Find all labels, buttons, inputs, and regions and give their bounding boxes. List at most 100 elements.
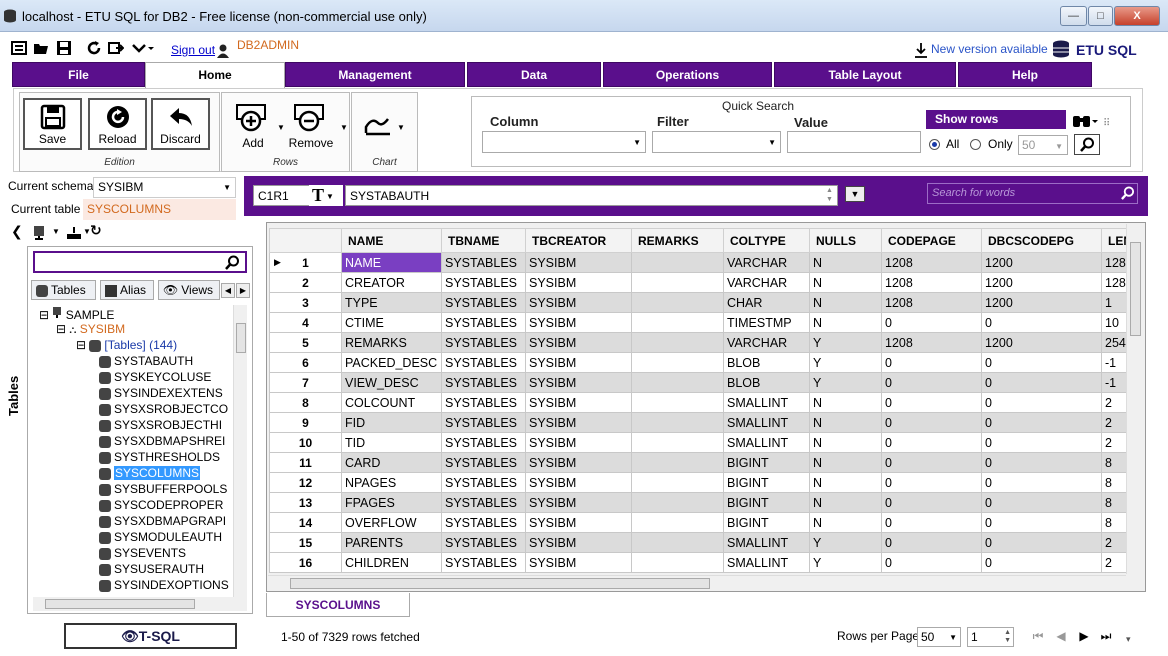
hierarchy-icon[interactable] <box>66 226 82 240</box>
table-cell[interactable]: VARCHAR <box>723 272 810 293</box>
sign-out-link[interactable]: Sign out <box>171 43 215 57</box>
table-cell[interactable]: PARENTS <box>341 532 442 553</box>
last-page-button[interactable]: ⏭ <box>1098 628 1114 644</box>
table-cell[interactable]: 0 <box>881 512 982 533</box>
search-icon[interactable] <box>1121 186 1135 200</box>
tree-vertical-scrollbar[interactable] <box>233 305 247 597</box>
table-cell[interactable]: N <box>809 492 882 513</box>
table-cell[interactable]: SYSIBM <box>525 532 632 553</box>
table-cell[interactable]: OVERFLOW <box>341 512 442 533</box>
table-cell[interactable]: SYSIBM <box>525 312 632 333</box>
row-number[interactable]: 5 <box>269 332 342 353</box>
download-icon[interactable] <box>914 42 928 58</box>
only-radio[interactable] <box>970 139 981 150</box>
tree-hscroll-thumb[interactable] <box>45 599 195 609</box>
row-number[interactable]: 4 <box>269 312 342 333</box>
grid-horizontal-scrollbar[interactable] <box>268 575 1126 591</box>
table-cell[interactable]: SYSTABLES <box>441 412 526 433</box>
row-number[interactable]: 13 <box>269 492 342 513</box>
table-cell[interactable]: 0 <box>881 492 982 513</box>
tree-table-item[interactable]: SYSKEYCOLUSE <box>99 370 211 384</box>
subtab-views[interactable]: 👁 Views <box>158 280 220 300</box>
table-cell[interactable]: 0 <box>881 312 982 333</box>
server-icon[interactable] <box>33 225 45 240</box>
table-cell[interactable] <box>631 272 724 293</box>
column-header[interactable]: NAME <box>341 228 442 253</box>
table-cell[interactable]: N <box>809 392 882 413</box>
rows-per-page-select[interactable]: 50 ▼ <box>917 627 961 647</box>
cell-value-spinner-icon[interactable]: ▲ ▼ <box>826 186 833 204</box>
minimize-button[interactable]: — <box>1060 6 1087 26</box>
chart-icon[interactable] <box>364 113 392 137</box>
row-number[interactable]: 15 <box>269 532 342 553</box>
add-caret-icon[interactable]: ▼ <box>277 123 285 132</box>
add-row-button[interactable]: Add <box>232 103 274 153</box>
table-cell[interactable]: 0 <box>881 532 982 553</box>
table-cell[interactable]: SYSIBM <box>525 332 632 353</box>
table-cell[interactable]: SYSTABLES <box>441 512 526 533</box>
subtab-tables[interactable]: Tables <box>31 280 96 300</box>
row-number[interactable]: ▶ 1 <box>269 252 342 273</box>
table-row[interactable]: 9 FID SYSTABLES SYSIBM SMALLINT N 0 0 2 <box>269 412 1142 433</box>
table-cell[interactable] <box>631 452 724 473</box>
table-cell[interactable]: N <box>809 432 882 453</box>
first-page-button[interactable]: ⏮ <box>1030 628 1046 644</box>
resize-grip-icon[interactable]: ▾ <box>1126 634 1131 645</box>
table-cell[interactable]: Y <box>809 552 882 573</box>
chevron-down-icon[interactable]: ▼ <box>52 227 60 236</box>
table-cell[interactable]: SYSIBM <box>525 452 632 473</box>
table-cell[interactable]: SYSIBM <box>525 352 632 373</box>
value-input[interactable] <box>787 131 921 153</box>
table-cell[interactable]: SMALLINT <box>723 412 810 433</box>
table-cell[interactable]: Y <box>809 332 882 353</box>
table-cell[interactable]: CHAR <box>723 292 810 313</box>
cell-value-input[interactable]: SYSTABAUTH <box>345 185 838 206</box>
tree-table-item[interactable]: SYSXSROBJECTHI <box>99 418 222 432</box>
tree-node-tables[interactable]: ⊟ [Tables] (144) <box>76 338 177 352</box>
column-header[interactable]: NULLS <box>809 228 882 253</box>
maximize-button[interactable]: □ <box>1088 6 1113 26</box>
schema-select[interactable]: SYSIBM ▼ <box>93 177 236 198</box>
table-cell[interactable]: NAME <box>341 252 442 273</box>
table-cell[interactable]: 0 <box>981 492 1102 513</box>
column-header[interactable]: REMARKS <box>631 228 724 253</box>
remove-caret-icon[interactable]: ▼ <box>340 123 348 132</box>
table-cell[interactable]: 0 <box>981 392 1102 413</box>
new-version-link[interactable]: New version available <box>931 42 1048 56</box>
tree-search-input[interactable] <box>33 251 247 273</box>
save-button[interactable]: Save <box>23 98 82 150</box>
table-cell[interactable]: SMALLINT <box>723 392 810 413</box>
table-cell[interactable]: 0 <box>981 472 1102 493</box>
table-cell[interactable] <box>631 292 724 313</box>
table-cell[interactable]: TID <box>341 432 442 453</box>
table-cell[interactable]: 1208 <box>881 272 982 293</box>
tab-data[interactable]: Data <box>467 62 601 87</box>
table-cell[interactable]: 1200 <box>981 272 1102 293</box>
table-cell[interactable]: N <box>809 272 882 293</box>
table-row[interactable]: 6 PACKED_DESC SYSTABLES SYSIBM BLOB Y 0 0 -1 <box>269 352 1142 373</box>
table-cell[interactable]: BLOB <box>723 352 810 373</box>
table-cell[interactable]: 0 <box>881 552 982 573</box>
table-cell[interactable]: Y <box>809 532 882 553</box>
table-cell[interactable]: CHILDREN <box>341 552 442 573</box>
table-cell[interactable]: N <box>809 412 882 433</box>
row-number[interactable]: 10 <box>269 432 342 453</box>
subtab-scroll-right[interactable]: ▶ <box>236 283 250 298</box>
table-cell[interactable]: 0 <box>881 472 982 493</box>
search-button[interactable] <box>1074 134 1100 155</box>
table-row[interactable]: 4 CTIME SYSTABLES SYSIBM TIMESTMP N 0 0 10 <box>269 312 1142 333</box>
only-count-input[interactable]: 50 ▼ <box>1018 135 1068 155</box>
table-cell[interactable]: N <box>809 252 882 273</box>
table-cell[interactable]: 0 <box>881 412 982 433</box>
tree-table-item[interactable]: SYSXDBMAPSHREI <box>99 434 225 448</box>
row-number[interactable]: 7 <box>269 372 342 393</box>
next-page-button[interactable]: ▶ <box>1076 628 1092 644</box>
text-format-button[interactable]: T ▼ <box>309 185 343 206</box>
tables-side-tab[interactable]: Tables <box>4 350 26 420</box>
row-number[interactable]: 12 <box>269 472 342 493</box>
table-cell[interactable]: 0 <box>981 452 1102 473</box>
table-cell[interactable]: 1208 <box>881 332 982 353</box>
table-cell[interactable]: SYSTABLES <box>441 532 526 553</box>
tree-scroll-thumb[interactable] <box>236 323 246 353</box>
table-cell[interactable]: 1208 <box>881 292 982 313</box>
